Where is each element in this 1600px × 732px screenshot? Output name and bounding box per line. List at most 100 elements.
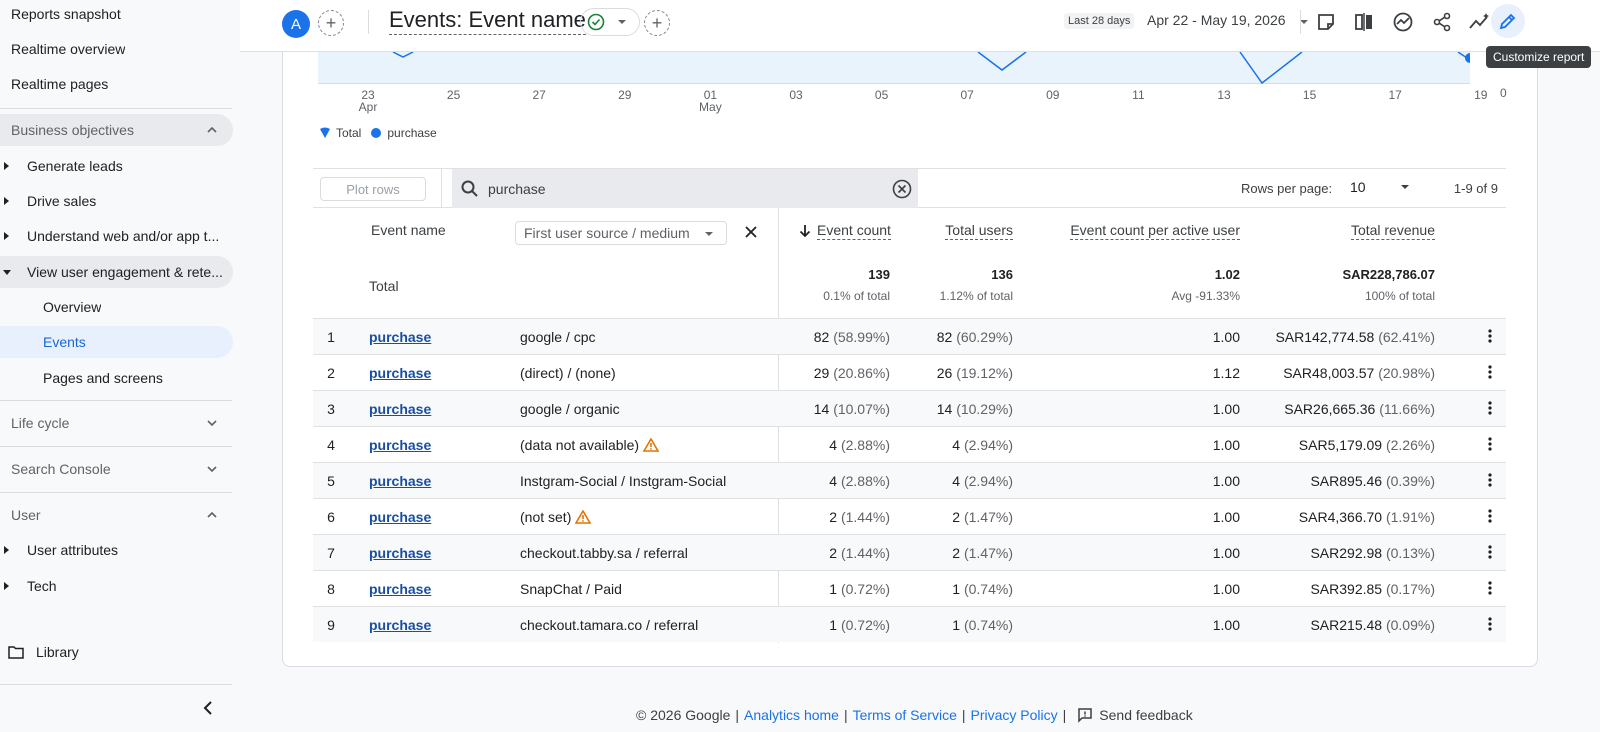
total-users-cell: 26 (19.12%) bbox=[937, 365, 1013, 381]
anomaly-insights-button[interactable] bbox=[1468, 10, 1492, 34]
more-vert-icon[interactable] bbox=[1488, 437, 1492, 451]
percent-of-total: (0.39%) bbox=[1385, 473, 1435, 489]
x-tick-label: 11 bbox=[1123, 89, 1153, 101]
clear-search-icon[interactable] bbox=[892, 179, 912, 199]
warning-icon[interactable] bbox=[643, 438, 660, 452]
analytics-home-link[interactable]: Analytics home bbox=[744, 707, 839, 723]
nav-reports-snapshot[interactable]: Reports snapshot bbox=[11, 0, 231, 30]
event-name-link[interactable]: purchase bbox=[369, 473, 431, 489]
sub-pages-and-screens[interactable]: Pages and screens bbox=[0, 362, 233, 394]
event-count-per-user-cell: 1.00 bbox=[1212, 329, 1240, 345]
page-title[interactable]: Events: Event name bbox=[389, 6, 586, 35]
search-input[interactable] bbox=[488, 180, 868, 197]
first-user-source-medium: (not set) bbox=[520, 509, 592, 525]
more-vert-icon[interactable] bbox=[1488, 365, 1492, 379]
more-vert-icon[interactable] bbox=[1488, 401, 1492, 415]
x-tick-day: 17 bbox=[1388, 88, 1402, 102]
percent-of-total: (2.88%) bbox=[840, 473, 890, 489]
table-row: 8 purchase SnapChat / Paid 1 (0.72%) 1 (… bbox=[313, 570, 1506, 606]
report-status-dropdown[interactable] bbox=[580, 8, 640, 36]
more-vert-icon[interactable] bbox=[1488, 617, 1492, 631]
more-vert-icon[interactable] bbox=[1488, 509, 1492, 523]
more-vert-icon[interactable] bbox=[1488, 329, 1492, 343]
nav-library[interactable]: Library bbox=[8, 638, 79, 666]
group-drive-sales[interactable]: Drive sales bbox=[0, 185, 233, 217]
sub-overview[interactable]: Overview bbox=[0, 291, 233, 323]
header-divider bbox=[368, 10, 369, 34]
copyright-text: © 2026 Google bbox=[636, 707, 731, 723]
table-search[interactable] bbox=[452, 169, 918, 208]
total-users-cell: 4 (2.94%) bbox=[952, 437, 1013, 453]
date-range-picker[interactable]: Apr 22 - May 19, 2026 bbox=[1147, 12, 1309, 28]
more-vert-icon[interactable] bbox=[1488, 545, 1492, 559]
plot-rows-button[interactable]: Plot rows bbox=[320, 177, 426, 201]
event-name-link[interactable]: purchase bbox=[369, 401, 431, 417]
sub-events[interactable]: Events bbox=[0, 326, 233, 358]
chart-area-fill bbox=[318, 52, 1470, 84]
total-users-cell: 14 (10.29%) bbox=[937, 401, 1013, 417]
section-user[interactable]: User bbox=[0, 499, 233, 531]
event-count-cell: 4 (2.88%) bbox=[829, 473, 890, 489]
event-name-link[interactable]: purchase bbox=[369, 509, 431, 525]
terms-of-service-link[interactable]: Terms of Service bbox=[853, 707, 957, 723]
add-comparison-button[interactable]: + bbox=[318, 10, 344, 36]
insights-button[interactable] bbox=[1391, 10, 1415, 34]
nav-realtime-overview[interactable]: Realtime overview bbox=[11, 33, 231, 65]
total-users-share: 1.12% of total bbox=[939, 289, 1013, 303]
event-name-link[interactable]: purchase bbox=[369, 545, 431, 561]
nav-realtime-pages[interactable]: Realtime pages bbox=[11, 68, 231, 100]
header-total-revenue[interactable]: Total revenue bbox=[1350, 222, 1435, 240]
rows-per-page-select[interactable]: 10 bbox=[1350, 179, 1410, 195]
cell-value: 2 bbox=[829, 545, 838, 561]
event-count-cell: 82 (58.99%) bbox=[814, 329, 890, 345]
cell-value: Instgram-Social / Instgram-Social bbox=[520, 473, 727, 489]
sidebar-divider bbox=[0, 108, 232, 109]
group-user-attributes[interactable]: User attributes bbox=[0, 534, 233, 566]
event-name-link[interactable]: purchase bbox=[369, 329, 431, 345]
privacy-policy-link[interactable]: Privacy Policy bbox=[971, 707, 1058, 723]
avatar[interactable]: A bbox=[282, 10, 310, 38]
insights-note-button[interactable] bbox=[1314, 10, 1338, 34]
row-index: 4 bbox=[327, 437, 335, 453]
header-total-users[interactable]: Total users bbox=[945, 222, 1013, 240]
header-event-name[interactable]: Event name bbox=[371, 222, 446, 238]
event-name-link[interactable]: purchase bbox=[369, 437, 431, 453]
group-understand-web-app[interactable]: Understand web and/or app t... bbox=[0, 220, 233, 252]
event-count-per-user-cell: 1.00 bbox=[1212, 581, 1240, 597]
insights-icon bbox=[1393, 12, 1413, 32]
add-filter-button[interactable]: + bbox=[644, 10, 670, 36]
total-users: 136 bbox=[991, 267, 1013, 282]
secondary-dimension-select[interactable]: First user source / medium bbox=[515, 221, 727, 245]
x-tick-day: 03 bbox=[789, 88, 803, 102]
header-event-count-per-active-user[interactable]: Event count per active user bbox=[1070, 222, 1240, 240]
cell-value: SAR392.85 bbox=[1310, 581, 1383, 597]
warning-icon[interactable] bbox=[575, 510, 592, 524]
send-feedback-button[interactable]: Send feedback bbox=[1077, 707, 1193, 723]
compare-button[interactable] bbox=[1352, 10, 1376, 34]
event-name-link[interactable]: purchase bbox=[369, 365, 431, 381]
totals-label: Total bbox=[369, 278, 399, 294]
x-tick-day: 25 bbox=[446, 88, 461, 102]
plus-icon: + bbox=[651, 13, 663, 33]
legend-total-label: Total bbox=[336, 126, 362, 140]
legend-total-marker-icon[interactable] bbox=[318, 126, 332, 140]
event-name-link[interactable]: purchase bbox=[369, 581, 431, 597]
header-event-count[interactable]: Event count bbox=[799, 222, 891, 240]
section-search-console[interactable]: Search Console bbox=[0, 453, 233, 485]
customize-report-button[interactable] bbox=[1491, 4, 1525, 38]
group-view-user-engagement[interactable]: View user engagement & rete... bbox=[0, 256, 233, 288]
section-business-objectives[interactable]: Business objectives bbox=[0, 114, 233, 146]
more-vert-icon[interactable] bbox=[1488, 581, 1492, 595]
more-vert-icon[interactable] bbox=[1488, 473, 1492, 487]
share-button[interactable] bbox=[1430, 10, 1454, 34]
first-user-source-medium: Instgram-Social / Instgram-Social bbox=[520, 473, 726, 489]
section-life-cycle[interactable]: Life cycle bbox=[0, 407, 233, 439]
footer-separator: | bbox=[735, 707, 740, 723]
row-index: 6 bbox=[327, 509, 335, 525]
group-tech[interactable]: Tech bbox=[0, 570, 233, 602]
group-generate-leads[interactable]: Generate leads bbox=[0, 150, 233, 182]
remove-secondary-dimension-button[interactable] bbox=[741, 222, 761, 242]
event-name-link[interactable]: purchase bbox=[369, 617, 431, 633]
collapse-sidebar-icon[interactable] bbox=[200, 700, 216, 716]
legend-purchase-dot[interactable] bbox=[371, 128, 382, 138]
